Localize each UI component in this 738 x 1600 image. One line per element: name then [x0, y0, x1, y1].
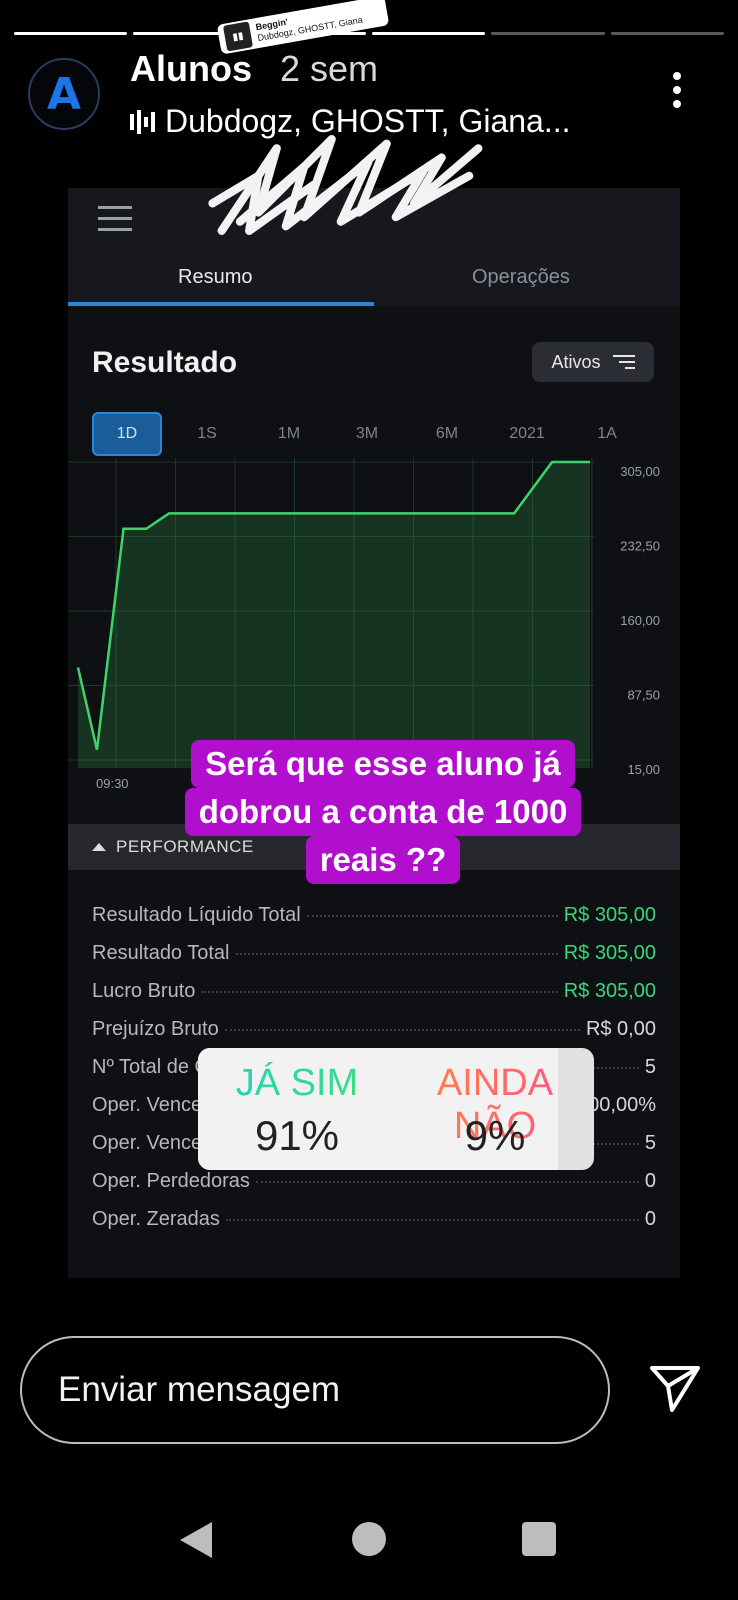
menu-icon	[98, 206, 132, 239]
leader-dots	[255, 1181, 639, 1183]
collapse-arrow-icon	[92, 843, 106, 851]
post-time: 2 sem	[280, 48, 379, 89]
message-placeholder: Enviar mensagem	[58, 1370, 341, 1409]
period-1m: 1M	[277, 425, 301, 442]
filter-icon	[612, 355, 635, 369]
poll-percent-ja-sim: 91%	[254, 1112, 340, 1159]
performance-row-label: Prejuízo Bruto	[92, 1018, 219, 1040]
story-progress-segment	[14, 32, 128, 35]
performance-row-value: R$ 305,00	[563, 904, 656, 926]
performance-row-label: Resultado Líquido Total	[92, 904, 301, 926]
music-sticker[interactable]: ▮▮ Beggin' Dubdogz, GHOSTT, Giana	[216, 0, 390, 55]
leader-dots	[201, 991, 558, 993]
send-icon[interactable]	[648, 1364, 702, 1414]
ativos-filter-button: Ativos	[532, 342, 654, 382]
chart-y-tick-label: 15,00	[627, 762, 660, 777]
message-input[interactable]: Enviar mensagem	[20, 1336, 610, 1444]
chart-y-tick-label: 232,50	[620, 539, 660, 554]
chart-y-tick-label: 305,00	[620, 464, 660, 479]
performance-row: Resultado Total R$ 305,00	[92, 942, 656, 980]
period-1a: 1A	[597, 425, 617, 442]
leader-dots	[306, 915, 558, 917]
avatar-letter: A	[46, 68, 82, 120]
performance-row: Resultado Líquido Total R$ 305,00	[92, 904, 656, 942]
home-icon[interactable]	[352, 1522, 386, 1556]
performance-row-label: Lucro Bruto	[92, 980, 196, 1002]
performance-row-value: 0	[644, 1170, 656, 1192]
period-1d: 1D	[92, 412, 162, 456]
leader-dots	[235, 953, 558, 955]
performance-row-label: Oper. Zeradas	[92, 1208, 220, 1230]
back-icon[interactable]	[180, 1522, 212, 1558]
avatar[interactable]: A	[28, 58, 100, 130]
period-1s: 1S	[197, 425, 217, 442]
chart-y-tick-label: 87,50	[627, 688, 660, 703]
performance-row: Oper. Perdedoras 0	[92, 1170, 656, 1208]
performance-row-value: R$ 305,00	[563, 942, 656, 964]
performance-row: Lucro Bruto R$ 305,00	[92, 980, 656, 1018]
chart-y-tick-label: 160,00	[620, 613, 660, 628]
performance-row-value: R$ 0,00	[585, 1018, 656, 1040]
tab-operacoes: Operações	[472, 266, 570, 288]
poll-sticker[interactable]: JÁ SIM AINDA NÃO 91% 9%	[198, 1048, 594, 1170]
tab-resumo: Resumo	[178, 266, 253, 288]
more-options-icon[interactable]	[673, 72, 681, 108]
story-progress	[14, 32, 724, 36]
question-text-line: dobrou a conta de 1000	[184, 788, 582, 836]
story-progress-segment	[610, 32, 724, 35]
question-text-line: reais ??	[305, 836, 461, 884]
performance-row: Oper. Zeradas 0	[92, 1208, 656, 1246]
story-progress-segment	[491, 32, 605, 35]
result-title: Resultado	[92, 346, 238, 379]
period-2021: 2021	[509, 425, 545, 442]
period-6m: 6M	[435, 425, 459, 442]
performance-row-value: 5	[644, 1132, 656, 1154]
performance-row-value: 5	[644, 1056, 656, 1078]
scribble-drawing	[208, 135, 483, 235]
performance-row-label: Resultado Total	[92, 942, 230, 964]
recent-apps-icon[interactable]	[522, 1522, 556, 1556]
album-art-icon: ▮▮	[222, 21, 254, 52]
chart-x-tick-label: 09:30	[96, 776, 129, 791]
music-icon	[130, 109, 155, 134]
story-progress-segment	[371, 32, 486, 35]
period-3m: 3M	[355, 425, 379, 442]
ativos-label: Ativos	[551, 351, 601, 372]
performance-row-value: R$ 305,00	[563, 980, 656, 1002]
leader-dots	[224, 1029, 580, 1031]
question-text-line: Será que esse aluno já	[191, 740, 575, 788]
active-tab-indicator	[68, 302, 374, 306]
performance-row-value: 0	[644, 1208, 656, 1230]
poll-option-ja-sim[interactable]: JÁ SIM	[198, 1062, 396, 1105]
username[interactable]: Alunos	[130, 48, 252, 90]
question-text-sticker: Será que esse aluno já dobrou a conta de …	[140, 740, 626, 884]
poll-percent-ainda-nao: 9%	[464, 1112, 526, 1159]
leader-dots	[225, 1219, 639, 1221]
performance-row-label: Oper. Perdedoras	[92, 1170, 250, 1192]
